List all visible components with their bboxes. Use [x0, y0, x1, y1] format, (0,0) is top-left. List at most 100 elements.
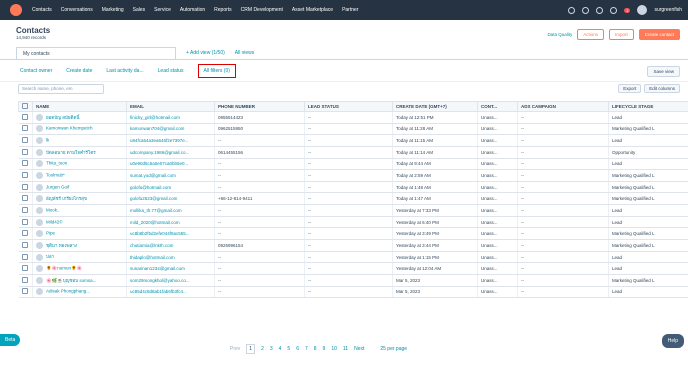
contact-name[interactable]: Mook.. [32, 204, 127, 217]
page-button[interactable]: 7 [305, 346, 308, 352]
contact-email[interactable]: som29mongkhol@yahoo.co... [126, 274, 215, 287]
column-header[interactable]: Ads Campaign [517, 101, 609, 112]
table-row[interactable]: lk u84fca54a3ea645f2e7397e... -- -- Today at… [18, 134, 688, 147]
page-button[interactable]: 2 [261, 346, 264, 352]
contact-name[interactable]: ปลา [32, 251, 127, 264]
contact-name[interactable]: Jurgen Goif [32, 181, 127, 194]
contact-email[interactable]: golofu2523@gmail.com [126, 192, 215, 206]
help-icon[interactable] [596, 6, 604, 14]
row-checkbox[interactable] [18, 227, 33, 241]
contact-email[interactable]: kamonwan704@gmail.com [126, 123, 215, 136]
account-avatar[interactable] [637, 5, 648, 15]
beta-button[interactable]: Beta [0, 334, 21, 346]
table-row[interactable]: Adisak Phongphang... uc85d4c8d8ab1fab6fb3… [18, 286, 688, 299]
contact-name[interactable]: lk [32, 134, 127, 147]
prev-page-button[interactable]: Prev [230, 346, 240, 352]
nav-partner[interactable]: Partner [342, 7, 358, 13]
contact-name[interactable]: Mild42© [32, 216, 127, 229]
contact-name[interactable]: ปัดลอนาย ตามใจคำรีโตร [32, 146, 127, 159]
contact-email[interactable]: sumat.yod@gmail.com [126, 169, 215, 182]
page-button[interactable]: 8 [314, 346, 317, 352]
nav-service[interactable]: Service [154, 7, 171, 13]
hubspot-logo-icon[interactable] [10, 4, 22, 16]
nav-marketing[interactable]: Marketing [102, 7, 124, 13]
page-button[interactable]: 4 [279, 346, 282, 352]
account-name[interactable]: surgreenfish [654, 7, 682, 13]
contact-owner-filter[interactable]: Contact owner [20, 68, 52, 74]
save-view-button[interactable]: Save view [647, 66, 680, 77]
data-quality-link[interactable]: Data Quality [547, 32, 572, 37]
table-row[interactable]: Jurgen Goif golofu@hotmail.com -- -- Today a… [18, 181, 688, 194]
column-header[interactable]: Name [32, 101, 127, 112]
row-checkbox[interactable] [18, 286, 33, 299]
nav-crm-development[interactable]: CRM Development [241, 7, 283, 13]
contact-name[interactable]: ยอดบัญ สมัยติดนิ์ [32, 111, 127, 124]
page-button[interactable]: 11 [343, 346, 348, 352]
column-header[interactable]: Cont... [477, 101, 518, 112]
contact-name[interactable]: Kamonwan Khempetch [32, 123, 127, 136]
contact-email[interactable]: sunarinan1234@gmail.com [126, 262, 215, 275]
search-icon[interactable] [568, 6, 576, 14]
row-checkbox[interactable] [18, 239, 33, 252]
row-checkbox[interactable] [18, 204, 33, 217]
contact-email[interactable]: finicky_girl@hotmail.com [126, 111, 215, 124]
table-row[interactable]: ชุติมา ทองพลาง chutiarnia@lnkth.com 092599… [18, 239, 688, 252]
per-page-select[interactable]: 25 per page [380, 346, 407, 352]
select-all-checkbox[interactable] [18, 101, 33, 112]
column-header[interactable]: Phone Number [214, 101, 305, 112]
column-header[interactable]: Lifecycle Stage [608, 101, 688, 112]
row-checkbox[interactable] [18, 123, 33, 136]
contact-name[interactable]: อัญพัชร์ เกรียงไกรสุข [32, 192, 127, 206]
column-header[interactable]: Lead Status [304, 101, 393, 112]
page-button[interactable]: 10 [331, 346, 337, 352]
table-row[interactable]: Thita_toon u0e90d5c5a0e07ca0bb5e0... -- -- T… [18, 158, 688, 171]
contact-email[interactable]: golofu@hotmail.com [126, 181, 215, 194]
contact-email[interactable]: u0e90d5c5a0e07ca0bb5e0... [126, 158, 215, 171]
table-row[interactable]: Toolmub* sumat.yod@gmail.com -- -- Today at … [18, 169, 688, 182]
create-contact-button[interactable]: Create contact [638, 29, 680, 40]
contact-name[interactable]: ชุติมา ทองพลาง [32, 239, 127, 252]
add-view-link[interactable]: + Add view (1/50) [186, 50, 225, 59]
page-button[interactable]: 5 [287, 346, 290, 352]
table-row[interactable]: ปัดลอนาย ตามใจคำรีโตร udcompany.1986@gmai… [18, 146, 688, 159]
last-activity-filter[interactable]: Last activity da... [106, 68, 143, 74]
actions-button[interactable]: Actions [577, 29, 604, 40]
create-date-filter[interactable]: Create date [66, 68, 92, 74]
row-checkbox[interactable] [18, 274, 33, 287]
import-button[interactable]: Import [608, 29, 634, 40]
contact-name[interactable]: Adisak Phongphang... [32, 286, 127, 299]
row-checkbox[interactable] [18, 181, 33, 194]
contact-email[interactable]: mild_2020@hotmail.com [126, 216, 215, 229]
contact-name[interactable]: Toolmub* [32, 169, 127, 182]
marketplace-icon[interactable] [582, 6, 590, 14]
contact-email[interactable]: thidaplo@hotmail.com [126, 251, 215, 264]
contact-email[interactable]: udcompany.1986@gmail.co... [126, 146, 215, 159]
table-row[interactable]: อัญพัชร์ เกรียงไกรสุข golofu2523@gmail.co… [18, 192, 688, 206]
column-header[interactable]: Create Date (GMT+7) [392, 101, 478, 112]
row-checkbox[interactable] [18, 158, 33, 171]
search-input[interactable]: Search name, phone, em [18, 84, 104, 94]
contact-name[interactable]: Thita_toon [32, 158, 127, 171]
row-checkbox[interactable] [18, 111, 33, 124]
row-checkbox[interactable] [18, 216, 33, 229]
export-button[interactable]: Export [618, 84, 642, 93]
edit-columns-button[interactable]: Edit columns [644, 84, 680, 93]
page-button[interactable]: 3 [270, 346, 273, 352]
table-row[interactable]: Mook.. mollika_th.77@gmail.com -- -- Yesterd… [18, 204, 688, 217]
table-row[interactable]: ปลา thidaplo@hotmail.com -- -- Yesterday at … [18, 251, 688, 264]
row-checkbox[interactable] [18, 169, 33, 182]
contact-name[interactable]: 🌸🌿☕บุญชอบ somsa... [32, 274, 127, 287]
all-filters-button[interactable]: All filters (0) [197, 63, 236, 78]
table-row[interactable]: 🌸🌿☕บุญชอบ somsa... som29mongkhol@yahoo.co… [18, 274, 688, 287]
tab-my-contacts[interactable]: My contacts [16, 47, 176, 59]
page-button[interactable]: 6 [296, 346, 299, 352]
table-row[interactable]: ยอดบัญ สมัยติดนิ์ finicky_girl@hotmail.co… [18, 111, 688, 124]
table-row[interactable]: Pipe uc8b8b2f5d2efe044f9ac555... -- -- Yeste… [18, 227, 688, 241]
row-checkbox[interactable] [18, 251, 33, 264]
next-page-button[interactable]: Next [354, 346, 364, 352]
table-row[interactable]: Kamonwan Khempetch kamonwan704@gmail.com 0… [18, 123, 688, 136]
page-button[interactable]: 9 [323, 346, 326, 352]
table-row[interactable]: Mild42© mild_2020@hotmail.com -- -- Yesterda… [18, 216, 688, 229]
contact-name[interactable]: Pipe [32, 227, 127, 241]
nav-asset-marketplace[interactable]: Asset Marketplace [292, 7, 333, 13]
